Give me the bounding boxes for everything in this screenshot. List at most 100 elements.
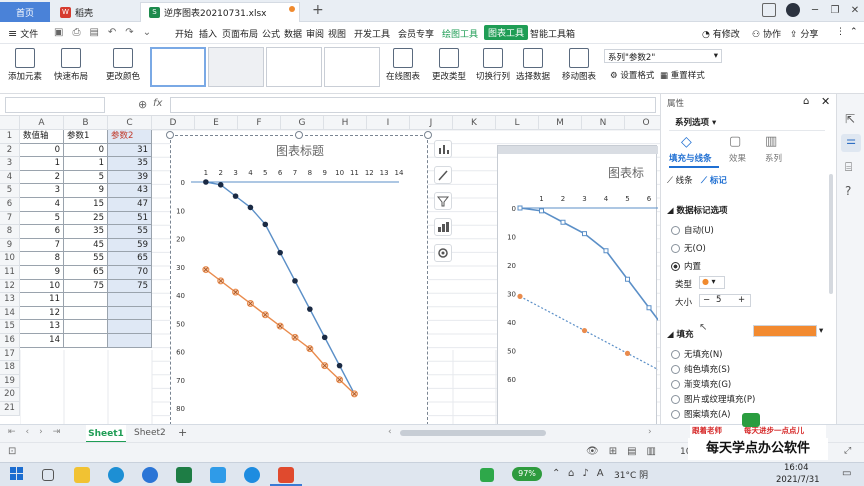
row-header[interactable]: 4 [0, 170, 20, 185]
online-chart-button[interactable]: 在线图表 [386, 48, 420, 82]
line-subtab[interactable]: ⟋ 线条 [667, 174, 693, 186]
radio-builtin[interactable]: 内置 [671, 260, 701, 272]
marker-subtab[interactable]: ⟋ 标记 [701, 174, 727, 186]
menu-review[interactable]: 审阅 [306, 27, 324, 40]
avatar[interactable] [786, 3, 800, 17]
edge-icon[interactable] [108, 467, 124, 483]
sheet-tab-2[interactable]: Sheet2 [134, 428, 166, 438]
radio-no-fill[interactable]: 无填充(N) [671, 348, 723, 360]
chart-filter-icon[interactable] [434, 192, 452, 210]
row-header[interactable]: 7 [0, 211, 20, 226]
excel-icon[interactable] [176, 467, 192, 483]
add-element-button[interactable]: 添加元素 [8, 48, 42, 82]
row-header[interactable]: 18 [0, 361, 20, 375]
series-options-dropdown[interactable]: 系列选项 ▾ [675, 116, 716, 128]
row-header[interactable]: 17 [0, 347, 20, 362]
menu-member[interactable]: 会员专享 [398, 27, 434, 40]
page-view-icon[interactable]: ▤ [627, 446, 636, 457]
row-header[interactable]: 6 [0, 198, 20, 212]
close-panel-icon[interactable]: ✕ [821, 95, 830, 108]
scroll-left-icon[interactable]: ‹ [388, 427, 392, 437]
start-icon[interactable] [10, 467, 24, 481]
column-header-k[interactable]: K [453, 116, 496, 130]
select-all-corner[interactable] [0, 116, 20, 130]
chart-main[interactable]: 图表标题 1 2 3 4 5 6 7 8 9 10 11 12 13 14 0 10 20 30 40 50 60 70 8… [170, 135, 428, 425]
marker-type-select[interactable]: ● ▾ [699, 276, 725, 289]
row-header[interactable]: 5 [0, 184, 20, 198]
column-header-g[interactable]: G [281, 116, 324, 130]
clock-date[interactable]: 2021/7/31 [776, 475, 820, 485]
edit-status[interactable]: ◔ 有修改 [702, 27, 740, 40]
file-menu[interactable]: ≡ 文件 [8, 27, 38, 40]
column-header-c[interactable]: C [108, 116, 152, 130]
tab-fill-line[interactable]: 填充与线条 [669, 152, 712, 164]
menu-view[interactable]: 视图 [328, 27, 346, 40]
weather-status[interactable]: 31°C 阴 [614, 468, 648, 481]
notification-icon[interactable]: ▭ [842, 468, 851, 479]
sheet-tab-1[interactable]: Sheet1 [86, 425, 126, 443]
prev-sheet-icon[interactable]: ‹ [26, 427, 30, 437]
break-view-icon[interactable]: ▥ [647, 446, 656, 457]
chart-settings-icon[interactable] [434, 244, 452, 262]
menu-formula[interactable]: 公式 [262, 27, 280, 40]
radio-gradient-fill[interactable]: 渐变填充(G) [671, 378, 731, 390]
tab-effect[interactable]: 效果 [729, 152, 746, 164]
minimize-button[interactable]: ─ [806, 3, 824, 19]
row-header[interactable]: 13 [0, 293, 20, 307]
chart-secondary[interactable]: 图表标 12345670102030405060 [497, 145, 658, 425]
more-menu-icon[interactable]: ⋮ [836, 27, 845, 37]
pin-icon[interactable]: ⌂ [803, 96, 809, 107]
collab-button[interactable]: ⚇ 协作 [752, 27, 781, 40]
fill-header[interactable]: ◢ 填充 [667, 328, 694, 340]
menu-chart-tools[interactable]: 图表工具 [484, 25, 529, 40]
properties-icon[interactable]: ⚌ [841, 134, 861, 152]
chart-style-4[interactable] [324, 47, 380, 87]
column-header-h[interactable]: H [324, 116, 367, 130]
minus-icon[interactable]: − [703, 295, 710, 305]
eye-icon[interactable]: 👁 [586, 446, 599, 457]
tab-document[interactable]: S 逆序图表20210731.xlsx [140, 2, 300, 22]
radio-picture-fill[interactable]: 图片或纹理填充(P) [671, 393, 755, 405]
add-sheet-icon[interactable]: + [178, 426, 187, 439]
battery-indicator[interactable]: 97% [512, 467, 542, 481]
chart-style-3[interactable] [266, 47, 322, 87]
column-header-j[interactable]: J [410, 116, 453, 130]
name-box[interactable] [5, 97, 105, 113]
zoom-icon[interactable]: ⊕ [138, 98, 147, 111]
volume-icon[interactable]: ♪ [582, 468, 588, 479]
restore-button[interactable]: ❐ [826, 3, 844, 19]
close-window-button[interactable]: ✕ [846, 3, 864, 19]
row-header[interactable]: 16 [0, 334, 20, 348]
menu-start[interactable]: 开始 [175, 27, 193, 40]
column-header-i[interactable]: I [367, 116, 410, 130]
last-sheet-icon[interactable]: ⇥ [53, 427, 61, 437]
chart-style-1[interactable] [150, 47, 206, 87]
menu-data[interactable]: 数据 [284, 27, 302, 40]
row-header[interactable]: 3 [0, 157, 20, 171]
select-data-button[interactable]: 选择数据 [516, 48, 550, 82]
tab-home[interactable]: 首页 [0, 2, 50, 22]
resize-handle[interactable] [424, 131, 432, 139]
task-view-icon[interactable] [42, 469, 54, 481]
menu-draw-tools[interactable]: 绘图工具 [442, 27, 478, 40]
clock-time[interactable]: 16:04 [784, 463, 809, 473]
fill-color-picker[interactable] [753, 325, 817, 337]
preview-icon[interactable]: ▤ [89, 27, 98, 38]
print-icon[interactable]: ⎙ [72, 27, 80, 38]
column-header-a[interactable]: A [20, 116, 64, 130]
row-header[interactable]: 21 [0, 402, 20, 416]
macro-icon[interactable]: ⊡ [8, 446, 16, 457]
resize-handle[interactable] [295, 131, 303, 139]
plus-icon[interactable]: + [738, 295, 745, 305]
column-header-m[interactable]: M [539, 116, 582, 130]
row-header[interactable]: 14 [0, 306, 20, 321]
menu-dev-tools[interactable]: 开发工具 [354, 27, 390, 40]
explorer-icon[interactable] [74, 467, 90, 483]
help-icon[interactable]: ? [845, 184, 851, 198]
chart-quick-icon[interactable] [434, 218, 452, 236]
reset-style-button[interactable]: ▦ 重置样式 [660, 69, 705, 81]
quick-layout-button[interactable]: 快速布局 [54, 48, 88, 82]
next-sheet-icon[interactable]: › [39, 427, 43, 437]
tab-series[interactable]: 系列 [765, 152, 782, 164]
column-header-l[interactable]: L [496, 116, 539, 130]
